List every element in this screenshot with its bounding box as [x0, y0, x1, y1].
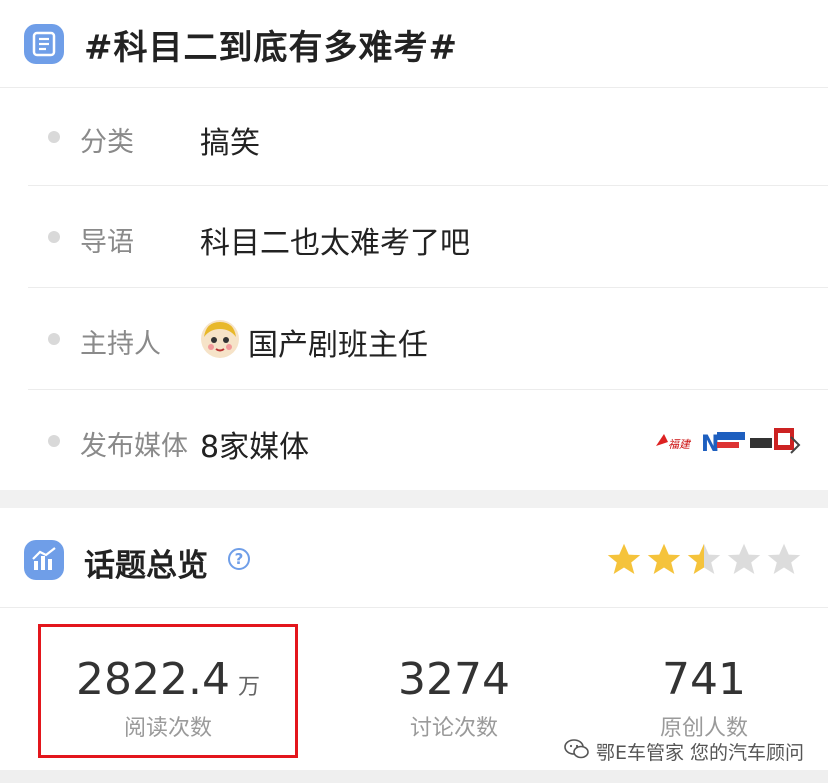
wechat-icon [564, 738, 590, 765]
star-icon [767, 543, 801, 574]
rating-stars [606, 542, 802, 582]
star-icon [647, 543, 681, 574]
watermark: 鄂E车管家 您的汽车顾问 [564, 738, 804, 765]
info-row-category: 分类 搞笑 [28, 88, 828, 186]
host-name[interactable]: 国产剧班主任 [248, 320, 428, 364]
stat-discussions-value: 3274 [398, 654, 510, 705]
topic-title: #科目二到底有多难考# [84, 28, 458, 68]
chart-icon [24, 540, 64, 580]
svg-text:福建: 福建 [668, 438, 692, 451]
stat-discussions: 3274 讨论次数 [334, 652, 574, 742]
bullet-dot [48, 333, 60, 345]
chevron-right-icon[interactable] [788, 434, 802, 456]
overview-title: 话题总览 [84, 548, 208, 584]
highlight-box [38, 624, 298, 758]
intro-value: 科目二也太难考了吧 [200, 226, 470, 261]
star-icon [687, 543, 721, 574]
info-row-media[interactable]: 发布媒体 8家媒体 福建 N [28, 390, 828, 490]
media-logo-1: 福建 [654, 428, 698, 454]
bullet-dot [48, 435, 60, 447]
host-avatar[interactable] [200, 319, 240, 359]
media-logo-2: N [700, 426, 746, 457]
bottom-bar [0, 770, 828, 783]
category-value: 搞笑 [200, 126, 260, 161]
bullet-dot [48, 131, 60, 143]
stat-originals-value: 741 [662, 654, 746, 705]
star-icon [727, 543, 761, 574]
category-label: 分类 [80, 127, 134, 158]
media-label: 发布媒体 [80, 431, 188, 462]
overview-header: 话题总览 ? [0, 508, 828, 608]
watermark-text: 鄂E车管家 您的汽车顾问 [595, 742, 804, 764]
section-divider [0, 490, 828, 508]
stat-originals: 741 原创人数 [584, 652, 824, 742]
info-row-host[interactable]: 主持人 国产剧班主任 [28, 288, 828, 390]
stat-discussions-label: 讨论次数 [409, 716, 498, 741]
intro-label: 导语 [80, 227, 134, 258]
host-label: 主持人 [80, 329, 161, 360]
star-icon [607, 543, 641, 574]
list-icon [24, 24, 64, 64]
topic-header: #科目二到底有多难考# [0, 0, 828, 88]
media-count: 8家媒体 [200, 430, 310, 465]
info-row-intro: 导语 科目二也太难考了吧 [28, 186, 828, 288]
question-icon[interactable]: ? [228, 548, 250, 570]
svg-text:N: N [701, 432, 719, 456]
bullet-dot [48, 231, 60, 243]
